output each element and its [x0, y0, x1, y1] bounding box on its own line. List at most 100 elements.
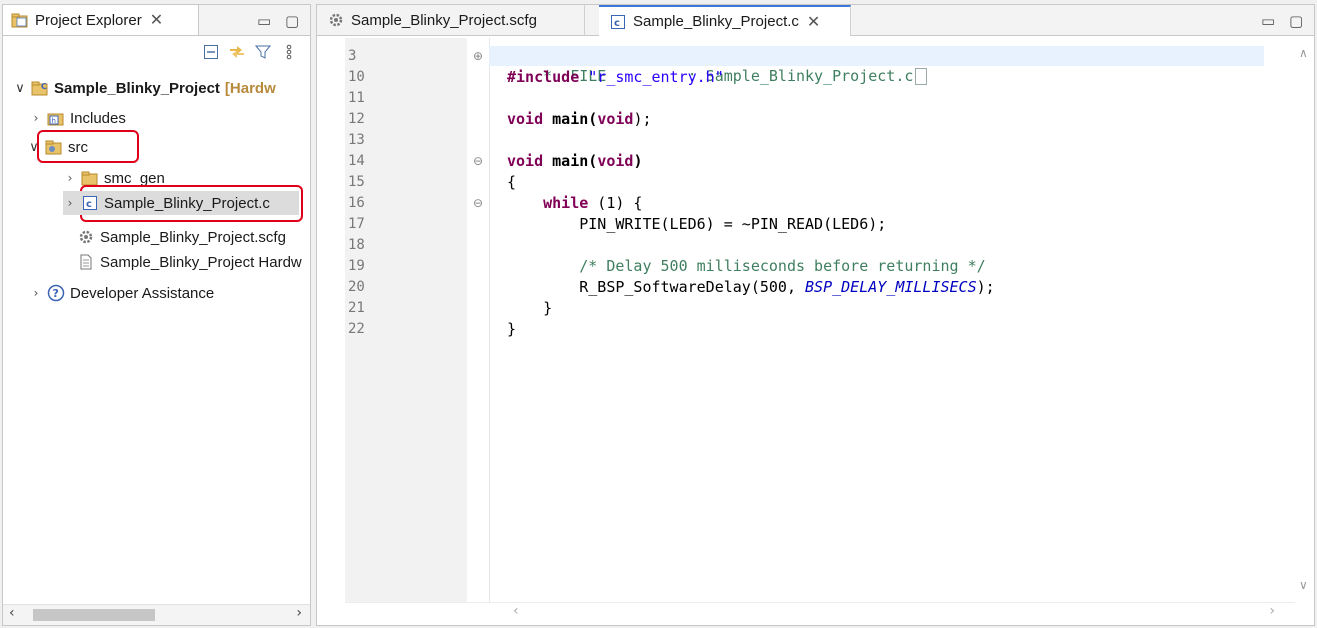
chevron-down-icon[interactable]: ∨ [27, 140, 41, 155]
tab-scfg-label: Sample_Blinky_Project.scfg [351, 11, 537, 29]
code-line-10[interactable]: #include "r_smc_entry.h" [507, 67, 724, 87]
keyword: void [597, 152, 634, 170]
filter-icon[interactable] [254, 43, 272, 61]
chevron-right-icon[interactable]: › [29, 286, 43, 300]
line-number: 21 [348, 300, 365, 316]
code-text: ); [976, 278, 995, 296]
project-suffix: [Hardw [224, 79, 276, 97]
keyword: void [507, 110, 544, 128]
project-icon: C [31, 79, 49, 97]
chevron-down-icon[interactable]: ∨ [13, 81, 27, 96]
src-label: src [68, 138, 88, 156]
close-icon[interactable]: ✕ [150, 10, 163, 30]
tree-item-developer-assistance[interactable]: › ? Developer Assistance [29, 281, 215, 305]
scroll-up-icon[interactable]: ∧ [1299, 46, 1308, 60]
keyword: void [597, 110, 634, 128]
svg-text:c: c [614, 18, 620, 29]
line-number: 10 [348, 69, 365, 85]
line-number: 13 [348, 132, 365, 148]
scroll-left-icon[interactable]: ‹ [513, 603, 519, 619]
project-explorer-title: Project Explorer [35, 11, 142, 29]
collapse-fold-icon[interactable]: ⊖ [473, 151, 483, 171]
line-number: 11 [348, 90, 365, 106]
collapse-fold-icon[interactable]: ⊖ [473, 193, 483, 213]
folded-block-marker[interactable] [915, 68, 928, 85]
svg-text:C: C [41, 82, 47, 91]
tab-c-file[interactable]: c Sample_Blinky_Project.c ✕ [599, 5, 851, 36]
line-number: 22 [348, 321, 365, 337]
minimize-icon[interactable]: ▭ [257, 12, 271, 30]
includes-label: Includes [70, 109, 126, 127]
collapse-all-icon[interactable] [202, 43, 220, 61]
constant: BSP_DELAY_MILLISECS [805, 278, 977, 296]
code-line-19[interactable]: /* Delay 500 milliseconds before returni… [507, 256, 986, 276]
line-number: 14 [348, 153, 365, 169]
scroll-left-icon[interactable]: ‹ [9, 605, 15, 621]
tree-item-includes[interactable]: › h Includes [29, 106, 126, 130]
tab-scfg-file[interactable]: Sample_Blinky_Project.scfg [317, 5, 585, 36]
scroll-right-icon[interactable]: › [1269, 603, 1275, 619]
tree-item-src[interactable]: ∨ src [27, 135, 88, 159]
line-number: 15 [348, 174, 365, 190]
line-number: 16 [348, 195, 365, 211]
line-number: 3 [348, 48, 357, 64]
line-number: 18 [348, 237, 365, 253]
view-menu-icon[interactable] [280, 43, 298, 61]
line-number: 17 [348, 216, 365, 232]
tree-item-hw-file[interactable]: Sample_Blinky_Project Hardw [77, 250, 302, 274]
chevron-right-icon[interactable]: › [63, 171, 77, 185]
gear-icon [77, 228, 95, 246]
scrollbar-thumb[interactable] [33, 609, 155, 621]
line-number: 20 [348, 279, 365, 295]
chevron-right-icon[interactable]: › [63, 196, 77, 210]
tree-item-project[interactable]: ∨ C Sample_Blinky_Project [Hardw [13, 76, 276, 100]
smc-gen-label: smc_gen [104, 169, 165, 187]
code-line-14[interactable]: void main(void) [507, 151, 642, 171]
dev-assist-label: Developer Assistance [70, 284, 215, 302]
link-with-editor-icon[interactable] [228, 43, 246, 61]
code-line-3[interactable]: * FILE : Sample_Blinky_Project.c [507, 46, 928, 85]
svg-text:?: ? [53, 287, 59, 300]
maximize-icon[interactable]: ▢ [1289, 12, 1303, 30]
code-text: PIN_WRITE(LED6) = ~PIN_READ(LED6); [579, 215, 887, 233]
chevron-right-icon[interactable]: › [29, 111, 43, 125]
code-line-17[interactable]: PIN_WRITE(LED6) = ~PIN_READ(LED6); [507, 214, 886, 234]
code-text: { [507, 173, 517, 191]
scroll-right-icon[interactable]: › [296, 605, 302, 621]
close-icon[interactable]: ✕ [807, 12, 820, 32]
code-line-20[interactable]: R_BSP_SoftwareDelay(500, BSP_DELAY_MILLI… [507, 277, 995, 297]
minimize-icon[interactable]: ▭ [1261, 12, 1275, 30]
explorer-horizontal-scrollbar[interactable]: ‹ › [3, 604, 310, 625]
project-explorer-view: Project Explorer ✕ ▭ ▢ ∨ C Sample_Blinky… [2, 4, 311, 626]
c-file-icon: c [609, 13, 627, 31]
scroll-down-icon[interactable]: ∨ [1299, 578, 1308, 592]
svg-text:c: c [86, 199, 92, 210]
function-name: main( [552, 110, 598, 128]
code-line-12[interactable]: void main(void); [507, 109, 652, 129]
project-name: Sample_Blinky_Project [54, 79, 220, 97]
document-icon [77, 253, 95, 271]
code-line-21[interactable]: } [507, 298, 552, 318]
maximize-icon[interactable]: ▢ [285, 12, 299, 30]
code-text: R_BSP_SoftwareDelay(500, [579, 278, 806, 296]
function-name: main( [552, 152, 598, 170]
tab-project-explorer[interactable]: Project Explorer ✕ [3, 5, 199, 36]
includes-icon: h [47, 109, 65, 127]
string-literal: "r_smc_entry.h" [588, 68, 724, 86]
code-line-22[interactable]: } [507, 319, 516, 339]
hw-file-label: Sample_Blinky_Project Hardw [100, 253, 302, 271]
tree-item-scfg-file[interactable]: Sample_Blinky_Project.scfg [77, 225, 286, 249]
expand-fold-icon[interactable]: ⊕ [473, 46, 483, 66]
folding-ruler [467, 38, 490, 603]
svg-text:h: h [52, 117, 56, 125]
line-number: 19 [348, 258, 365, 274]
editor-vertical-scrollbar[interactable]: ∧ ∨ [1296, 38, 1314, 603]
tree-item-c-file[interactable]: › c Sample_Blinky_Project.c [63, 191, 299, 215]
comment: /* Delay 500 milliseconds before returni… [579, 257, 986, 275]
code-line-16[interactable]: while (1) { [507, 193, 642, 213]
scfg-file-label: Sample_Blinky_Project.scfg [100, 228, 286, 246]
c-file-label: Sample_Blinky_Project.c [104, 194, 270, 212]
code-line-15[interactable]: { [507, 172, 516, 192]
editor-area: Sample_Blinky_Project.scfg c Sample_Blin… [316, 4, 1315, 626]
editor-horizontal-scrollbar[interactable]: ‹ › [345, 602, 1295, 625]
